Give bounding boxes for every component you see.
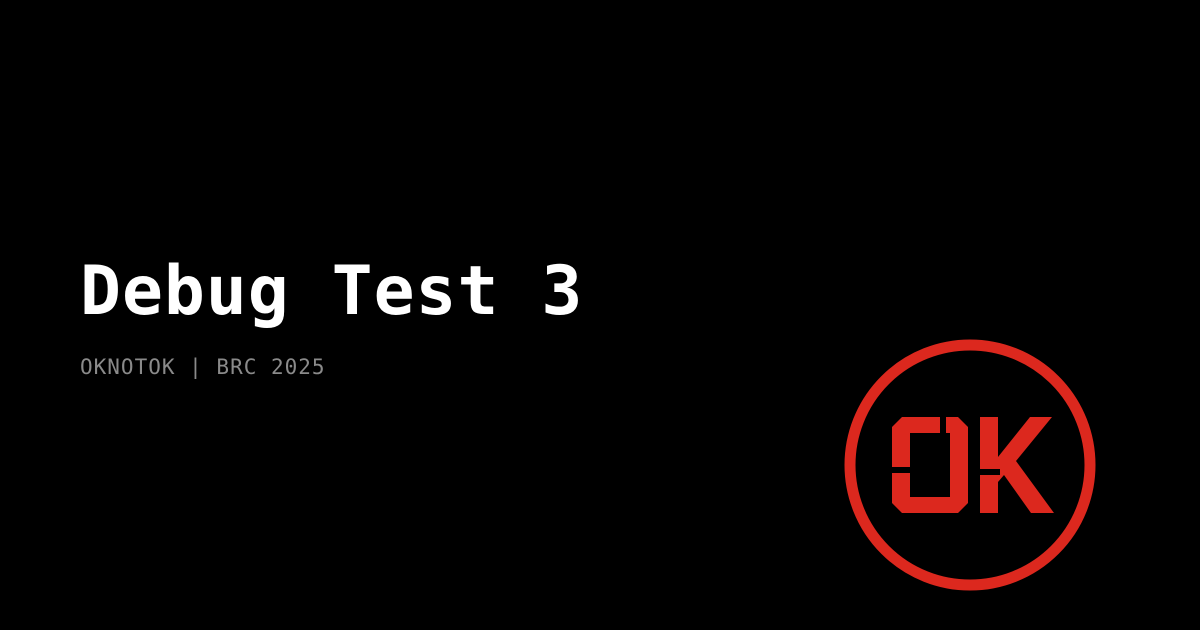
logo-ring	[844, 339, 1096, 591]
logo-letter-o	[892, 417, 968, 513]
logo-o-gap-left	[890, 467, 912, 473]
page-title: Debug Test 3	[80, 252, 584, 331]
logo-letter-k	[980, 417, 1054, 513]
social-card: Debug Test 3 OKNOTOK | BRC 2025	[0, 0, 1200, 630]
page-subtitle: OKNOTOK | BRC 2025	[80, 355, 326, 379]
logo-k-gap	[978, 469, 1000, 475]
logo-o-gap-top	[940, 415, 946, 435]
ok-logo-icon	[844, 339, 1096, 591]
